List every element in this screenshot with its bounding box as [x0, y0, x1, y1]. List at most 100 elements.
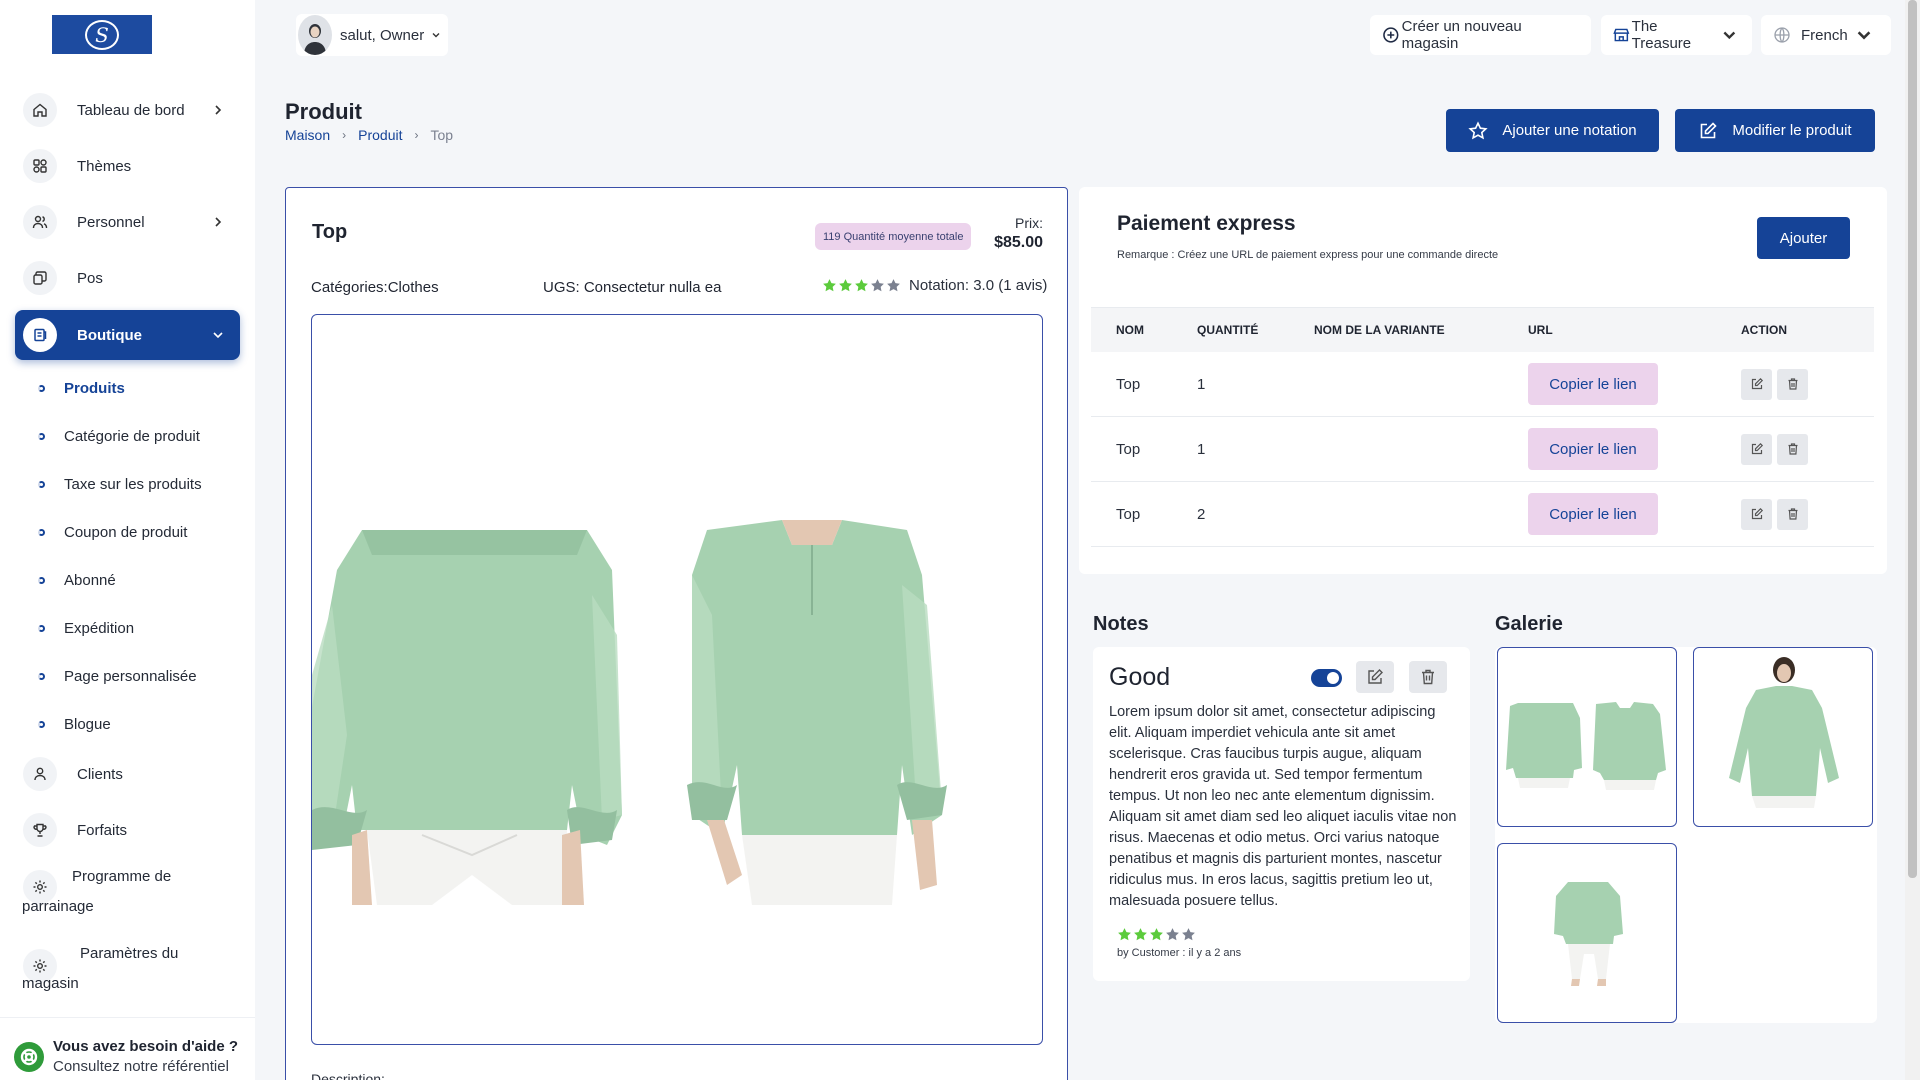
sidebar-item-shop[interactable]: Boutique — [15, 310, 240, 360]
table-row: Top 1 Copier le lien — [1091, 417, 1874, 482]
row-quantity: 1 — [1197, 440, 1206, 458]
breadcrumb-separator-icon: › — [414, 128, 419, 142]
sidebar-item-themes[interactable]: Thèmes — [15, 141, 240, 191]
store-name: The Treasure — [1631, 18, 1692, 52]
help-box[interactable]: Vous avez besoin d'aide ? Consultez notr… — [0, 1017, 255, 1080]
copy-link-button[interactable]: Copier le lien — [1528, 428, 1658, 470]
description-label: Description: — [311, 1071, 385, 1080]
page-scrollbar[interactable] — [1905, 0, 1920, 1080]
gallery-thumbnail[interactable] — [1497, 647, 1677, 827]
star-filled-icon — [855, 279, 868, 292]
edit-note-button[interactable] — [1356, 661, 1394, 693]
user-menu[interactable]: salut, Owner — [296, 14, 448, 56]
add-rating-label: Ajouter une notation — [1502, 122, 1637, 139]
trophy-icon — [23, 813, 57, 847]
store-icon — [23, 318, 57, 352]
thumbnail-image — [1729, 657, 1839, 808]
express-payment-title: Paiement express — [1117, 212, 1296, 235]
sidebar-item-staff[interactable]: Personnel — [15, 197, 240, 247]
thumbnail-image — [1506, 702, 1666, 790]
scrollbar-thumb[interactable] — [1908, 0, 1917, 878]
sidebar-item-customers[interactable]: Clients — [15, 749, 240, 799]
copy-link-button[interactable]: Copier le lien — [1528, 363, 1658, 405]
star-empty-icon — [1182, 928, 1195, 941]
sidebar-item-label: Clients — [77, 765, 123, 783]
brand-logo[interactable]: S — [52, 15, 152, 54]
star-filled-icon — [1118, 928, 1131, 941]
sidebar-item-label: Personnel — [77, 213, 145, 231]
edit-product-button[interactable]: Modifier le produit — [1675, 109, 1875, 152]
sidebar-subitem-label: Page personnalisée — [64, 667, 197, 685]
sidebar-item-label: Forfaits — [77, 821, 128, 839]
help-link[interactable]: Consultez notre référentiel — [53, 1058, 229, 1075]
create-store-label: Créer un nouveau magasin — [1401, 18, 1522, 52]
edit-row-button[interactable] — [1741, 368, 1772, 400]
sidebar-subitem-label: Taxe sur les produits — [64, 475, 202, 493]
globe-icon — [1774, 27, 1790, 43]
add-express-link-button[interactable]: Ajouter — [1757, 217, 1850, 259]
product-card: Top 119 Quantité moyenne totale Prix: $8… — [285, 187, 1068, 1080]
product-image[interactable] — [311, 314, 1043, 1045]
create-store-button[interactable]: Créer un nouveau magasin — [1370, 15, 1591, 55]
sidebar-item-pos[interactable]: Pos — [15, 253, 240, 303]
sidebar-item-dashboard[interactable]: Tableau de bord — [15, 85, 240, 135]
sidebar-item-plans[interactable]: Forfaits — [15, 805, 240, 855]
sidebar-subitem-subscriber[interactable]: Abonné — [38, 568, 116, 592]
gallery-title: Galerie — [1495, 613, 1563, 635]
breadcrumb-product[interactable]: Produit — [358, 127, 402, 143]
chevron-down-icon — [1857, 31, 1870, 40]
language-selector[interactable]: French — [1761, 15, 1891, 55]
quantity-badge: 119 Quantité moyenne totale — [815, 223, 972, 250]
delete-row-button[interactable] — [1777, 368, 1808, 400]
rating-text: Notation: 3.0 (1 avis) — [909, 277, 1048, 294]
sidebar-item-label: Thèmes — [77, 157, 132, 175]
sidebar-subitem-products[interactable]: Produits — [38, 376, 125, 400]
add-rating-button[interactable]: Ajouter une notation — [1446, 109, 1659, 152]
shirt-back-image — [312, 530, 622, 905]
sidebar-subitem-product-coupon[interactable]: Coupon de produit — [38, 520, 187, 544]
language-label: French — [1801, 26, 1848, 44]
lifebuoy-icon — [14, 1042, 44, 1072]
delete-note-button[interactable] — [1409, 661, 1447, 693]
breadcrumb: Maison › Produit › Top — [285, 127, 453, 143]
chevron-right-icon — [215, 105, 222, 115]
edit-row-button[interactable] — [1741, 433, 1772, 465]
note-author: by Customer : il y a 2 ans — [1117, 947, 1242, 959]
sidebar-subitem-custom-page[interactable]: Page personnalisée — [38, 664, 197, 688]
edit-row-button[interactable] — [1741, 498, 1772, 530]
bullet-icon — [38, 384, 45, 392]
sidebar-subitem-label: Blogue — [64, 715, 111, 733]
chevron-down-icon — [1723, 31, 1736, 40]
sidebar-subitem-product-tax[interactable]: Taxe sur les produits — [38, 472, 202, 496]
table-row: Top 2 Copier le lien — [1091, 482, 1874, 547]
trash-icon — [1422, 669, 1434, 685]
delete-row-button[interactable] — [1777, 433, 1808, 465]
column-header: ACTION — [1741, 323, 1787, 337]
star-filled-icon — [839, 279, 852, 292]
sidebar-subitem-shipping[interactable]: Expédition — [38, 616, 134, 640]
copy-link-button[interactable]: Copier le lien — [1528, 493, 1658, 535]
sidebar-subitem-product-category[interactable]: Catégorie de produit — [38, 424, 200, 448]
product-photo — [312, 520, 947, 905]
chevron-down-icon — [213, 332, 223, 339]
note-card: Good Lorem ipsum dolor sit amet, consect… — [1093, 647, 1470, 981]
breadcrumb-current: Top — [430, 127, 454, 143]
sidebar-item-store-settings[interactable]: Paramètres du magasin — [15, 939, 240, 1005]
sidebar-item-referral[interactable]: Programme de parrainage — [15, 862, 240, 928]
column-header: URL — [1528, 323, 1553, 337]
delete-row-button[interactable] — [1777, 498, 1808, 530]
note-enabled-toggle[interactable] — [1311, 669, 1342, 687]
express-payment-card: Paiement express Remarque : Créez une UR… — [1079, 187, 1887, 574]
trash-icon — [1788, 378, 1797, 390]
sidebar-subitem-blog[interactable]: Blogue — [38, 712, 111, 736]
store-selector[interactable]: The Treasure — [1601, 15, 1752, 55]
note-body: Lorem ipsum dolor sit amet, consectetur … — [1109, 704, 1457, 909]
gallery-thumbnail[interactable] — [1693, 647, 1873, 827]
breadcrumb-home[interactable]: Maison — [285, 127, 330, 143]
sidebar-item-label: Boutique — [77, 326, 142, 344]
edit-icon — [1751, 442, 1763, 455]
sidebar-subitem-label: Catégorie de produit — [64, 427, 200, 445]
gallery-thumbnail[interactable] — [1497, 843, 1677, 1023]
product-sku: UGS: Consectetur nulla ea — [543, 279, 722, 296]
bullet-icon — [38, 720, 45, 728]
